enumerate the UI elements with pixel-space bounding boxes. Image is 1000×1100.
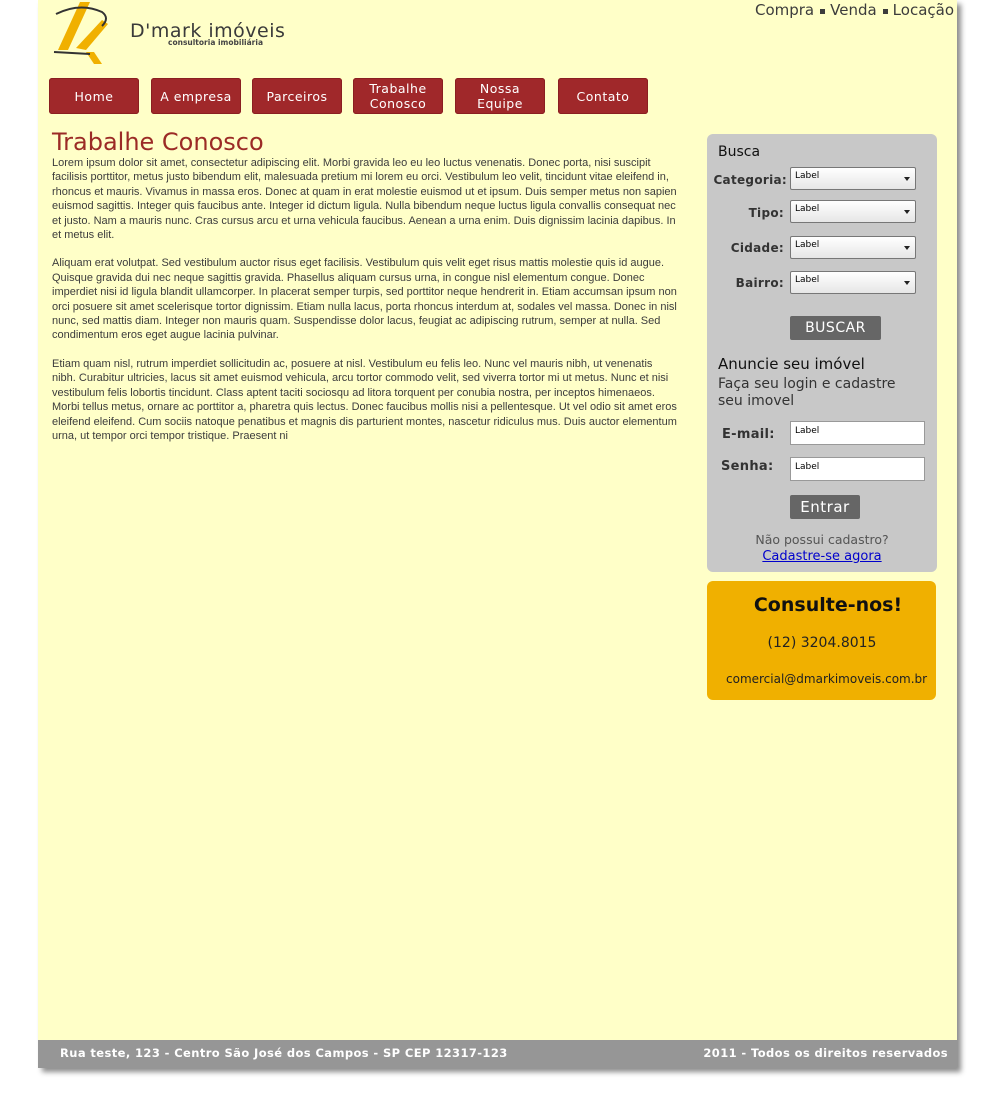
contact-box: Consulte-nos! (12) 3204.8015 comercial@d…	[707, 581, 936, 700]
nav-nossa-equipe[interactable]: Nossa Equipe	[455, 78, 545, 114]
login-button[interactable]: Entrar	[790, 495, 860, 519]
main-content: Lorem ipsum dolor sit amet, consectetur …	[52, 156, 677, 457]
neighborhood-select[interactable]: Label	[790, 271, 916, 294]
sidebar-panel: Busca Categoria: Label Tipo: Label Cidad…	[707, 134, 937, 572]
contact-title: Consulte-nos!	[753, 594, 903, 616]
password-label: Senha:	[721, 459, 774, 474]
city-select[interactable]: Label	[790, 236, 916, 259]
nav-a-empresa[interactable]: A empresa	[151, 78, 241, 114]
neighborhood-label: Bairro:	[735, 276, 784, 290]
nav-contato[interactable]: Contato	[558, 78, 648, 114]
neighborhood-select-value: Label	[795, 275, 820, 285]
contact-email[interactable]: comercial@dmarkimoveis.com.br	[726, 672, 927, 686]
nav-parceiros[interactable]: Parceiros	[252, 78, 342, 114]
no-account-text: Não possui cadastro?	[755, 532, 889, 547]
site-logo[interactable]: D'mark imóveis consultoria imobiliária	[50, 0, 300, 68]
content-paragraph: Aliquam erat volutpat. Sed vestibulum au…	[52, 257, 677, 342]
category-label: Categoria:	[713, 173, 787, 187]
top-link-compra[interactable]: Compra	[755, 1, 814, 19]
announce-heading: Anuncie seu imóvel	[718, 355, 865, 373]
nav-trabalhe-conosco[interactable]: Trabalhe Conosco	[353, 78, 443, 114]
type-select-value: Label	[795, 204, 820, 214]
search-heading: Busca	[718, 144, 761, 160]
footer-address: Rua teste, 123 - Centro São José dos Cam…	[60, 1046, 508, 1060]
type-select[interactable]: Label	[790, 200, 916, 223]
chevron-down-icon	[904, 246, 910, 250]
announce-text: Faça seu login e cadastre seu imovel	[718, 376, 896, 409]
email-label: E-mail:	[722, 427, 775, 442]
page-title: Trabalhe Conosco	[52, 128, 264, 156]
logo-mark-icon	[53, 2, 108, 64]
chevron-down-icon	[904, 281, 910, 285]
category-select-value: Label	[795, 171, 820, 181]
register-link[interactable]: Cadastre-se agora	[707, 549, 937, 564]
city-select-value: Label	[795, 240, 820, 250]
separator-icon	[882, 8, 888, 14]
chevron-down-icon	[904, 210, 910, 214]
password-field[interactable]: Label	[790, 457, 925, 481]
separator-icon	[820, 8, 826, 14]
top-links: Compra Venda Locação	[755, 1, 954, 19]
content-paragraph: Etiam quam nisl, rutrum imperdiet sollic…	[52, 357, 677, 442]
footer: Rua teste, 123 - Centro São José dos Cam…	[38, 1040, 957, 1068]
type-label: Tipo:	[748, 206, 784, 220]
chevron-down-icon	[904, 177, 910, 181]
category-select[interactable]: Label	[790, 167, 916, 190]
search-button[interactable]: BUSCAR	[790, 316, 881, 340]
footer-copyright: 2011 - Todos os direitos reservados	[703, 1046, 948, 1060]
top-link-locacao[interactable]: Locação	[893, 1, 954, 19]
nav-home[interactable]: Home	[49, 78, 139, 114]
top-link-venda[interactable]: Venda	[830, 1, 877, 19]
contact-phone: (12) 3204.8015	[767, 635, 877, 651]
brand-tagline: consultoria imobiliária	[168, 38, 264, 47]
content-paragraph: Lorem ipsum dolor sit amet, consectetur …	[52, 157, 677, 242]
page-container: D'mark imóveis consultoria imobiliária C…	[38, 0, 957, 1068]
email-field[interactable]: Label	[790, 421, 925, 445]
city-label: Cidade:	[730, 241, 784, 255]
